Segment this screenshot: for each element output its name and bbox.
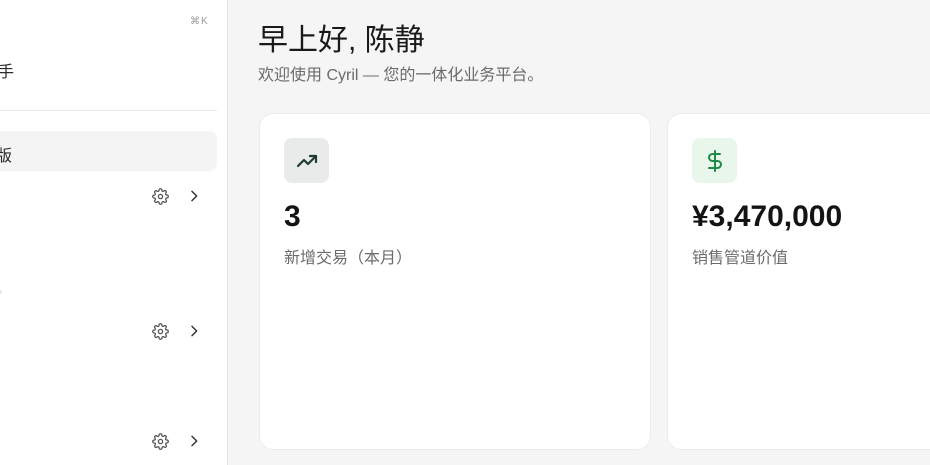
main-content: 早上好, 陈静 欢迎使用 Cyril — 您的一体化业务平台。 3 新增交易（本… — [228, 0, 930, 465]
stat-label: 销售管道价值 — [692, 250, 789, 267]
gear-icon[interactable] — [150, 186, 170, 206]
page-subtitle: 欢迎使用 Cyril — 您的一体化业务平台。 — [258, 67, 544, 84]
gear-icon[interactable] — [150, 431, 170, 451]
gear-icon[interactable] — [150, 321, 170, 341]
sidebar-divider — [0, 110, 217, 111]
stat-value: ¥3,470,000 — [692, 200, 843, 233]
sidebar-item-dashboard[interactable] — [0, 131, 217, 171]
sidebar-item-dashboard-label[interactable]: 版 — [0, 142, 12, 166]
stat-value: 3 — [284, 200, 301, 233]
chevron-right-icon[interactable] — [184, 431, 204, 451]
page-title: 早上好, 陈静 — [258, 24, 425, 57]
sidebar-section-mark: 。 — [0, 281, 8, 296]
sidebar: ⌘K 手 版 。 — [0, 0, 228, 465]
chevron-right-icon[interactable] — [184, 186, 204, 206]
app-root: ⌘K 手 版 。 — [0, 0, 930, 465]
stat-label: 新增交易（本月） — [284, 250, 413, 267]
trending-up-icon — [284, 138, 329, 183]
sidebar-item-assistant-label[interactable]: 手 — [0, 58, 14, 82]
dollar-icon — [692, 138, 737, 183]
sidebar-item-actions-1 — [150, 184, 210, 208]
stat-card-new-deals[interactable]: 3 新增交易（本月） — [259, 113, 651, 450]
sidebar-item-actions-2 — [150, 319, 210, 343]
stat-card-pipeline-value[interactable]: ¥3,470,000 销售管道价值 — [667, 113, 930, 450]
command-k-shortcut-hint[interactable]: ⌘K — [190, 16, 209, 27]
sidebar-item-actions-3 — [150, 429, 210, 453]
chevron-right-icon[interactable] — [184, 321, 204, 341]
